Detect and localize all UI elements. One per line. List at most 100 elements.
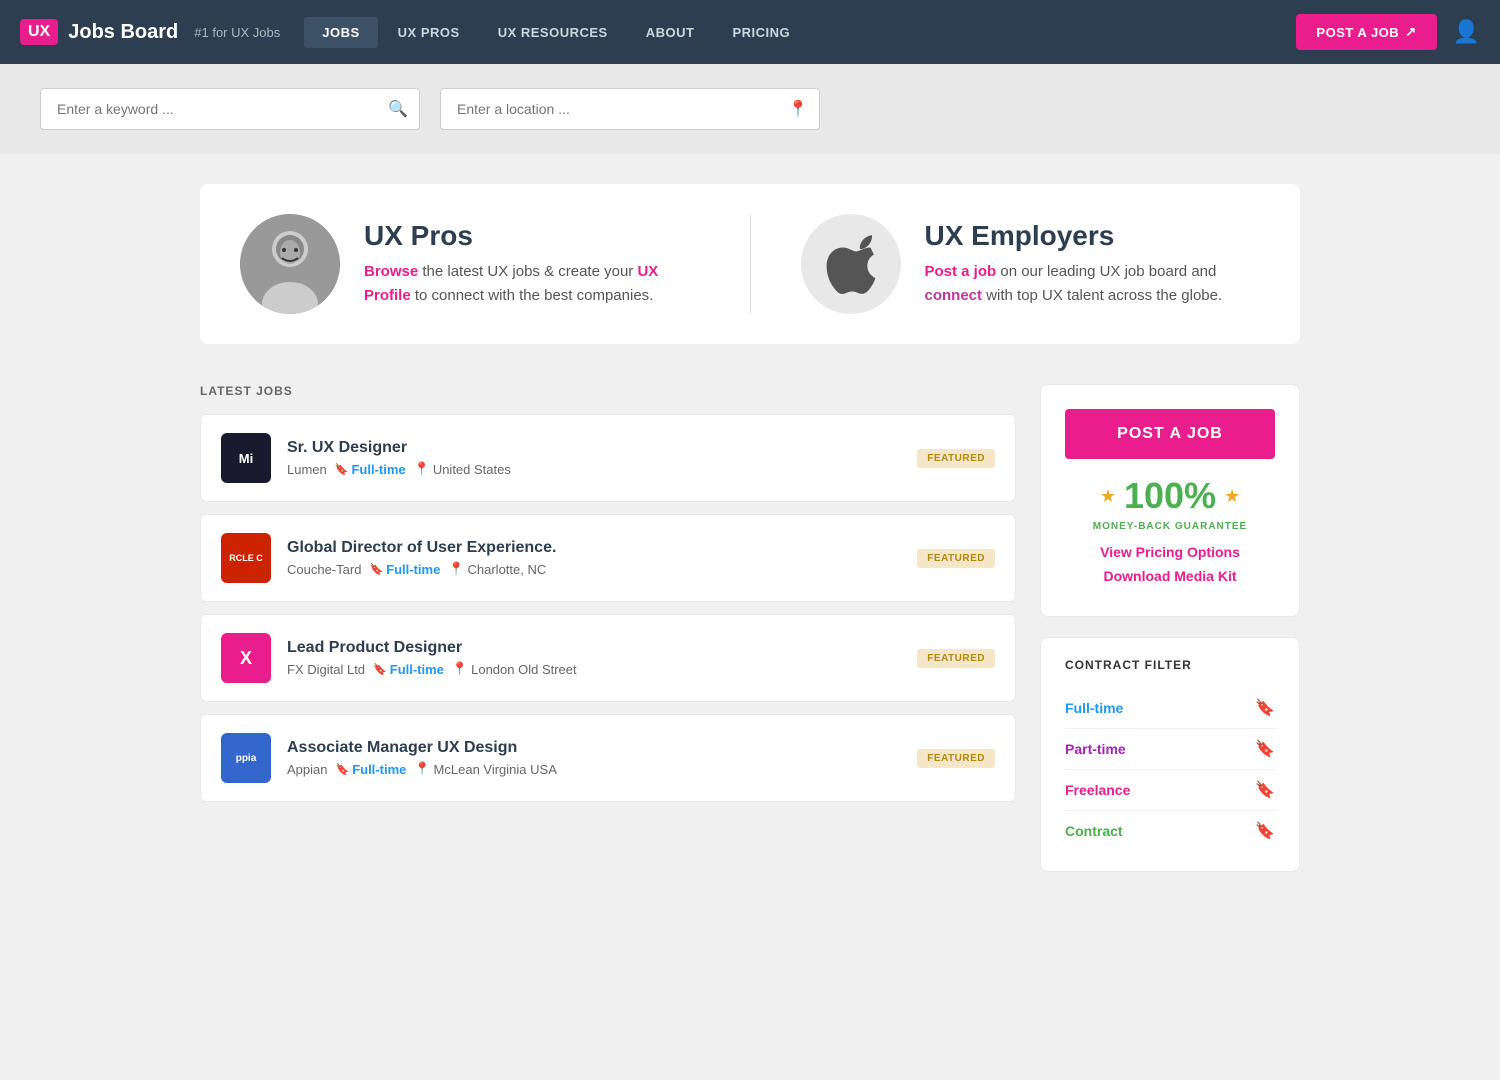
location-icon: 📍: [452, 661, 468, 677]
filter-label: Full-time: [1065, 700, 1123, 716]
job-meta: FX Digital Ltd 🔖 Full-time 📍 London Old …: [287, 661, 901, 677]
job-info: Associate Manager UX Design Appian 🔖 Ful…: [287, 739, 901, 777]
view-pricing-link[interactable]: View Pricing Options: [1065, 544, 1275, 560]
job-logo-appian: ppia: [221, 733, 271, 783]
bookmark-icon: 🔖: [1255, 821, 1275, 841]
job-title: Global Director of User Experience.: [287, 539, 901, 557]
job-meta: Appian 🔖 Full-time 📍 McLean Virginia USA: [287, 761, 901, 777]
job-type: 🔖 Full-time: [369, 562, 440, 577]
promo-ux-employers: UX Employers Post a job on our leading U…: [801, 214, 1261, 314]
location-icon: 📍: [448, 561, 464, 577]
job-logo-fx: X: [221, 633, 271, 683]
contract-filter-title: CONTRACT FILTER: [1065, 658, 1275, 672]
filter-fulltime[interactable]: Full-time 🔖: [1065, 688, 1275, 729]
post-job-button[interactable]: POST A JOB ↗: [1296, 14, 1436, 50]
guarantee-label: MONEY-BACK GUARANTEE: [1065, 521, 1275, 532]
guarantee-section: ★ 100% ★: [1065, 475, 1275, 517]
guarantee-percentage: 100%: [1124, 475, 1216, 517]
promo-section: UX Pros Browse the latest UX jobs & crea…: [200, 184, 1300, 344]
filter-label: Part-time: [1065, 741, 1126, 757]
job-info: Sr. UX Designer Lumen 🔖 Full-time 📍 Unit…: [287, 439, 901, 477]
brand-name: Jobs Board: [68, 21, 178, 44]
bookmark-icon: 🔖: [369, 563, 383, 576]
job-company: FX Digital Ltd: [287, 662, 365, 677]
post-a-job-link[interactable]: Post a job: [925, 263, 997, 280]
location-pin-icon: 📍: [788, 99, 808, 119]
nav-about[interactable]: ABOUT: [628, 17, 713, 48]
job-title: Associate Manager UX Design: [287, 739, 901, 757]
search-button[interactable]: 🔍: [388, 99, 408, 119]
filter-parttime[interactable]: Part-time 🔖: [1065, 729, 1275, 770]
filter-label: Freelance: [1065, 782, 1130, 798]
ux-employers-description: Post a job on our leading UX job board a…: [925, 260, 1261, 308]
bookmark-icon: 🔖: [1255, 698, 1275, 718]
job-title: Sr. UX Designer: [287, 439, 901, 457]
nav-pricing[interactable]: PRICING: [714, 17, 808, 48]
download-media-kit-link[interactable]: Download Media Kit: [1065, 568, 1275, 584]
nav-links: JOBS UX PROS UX RESOURCES ABOUT PRICING: [304, 17, 1296, 48]
job-type: 🔖 Full-time: [335, 462, 406, 477]
jobs-main: LATEST JOBS Mi Sr. UX Designer Lumen 🔖 F…: [200, 384, 1016, 872]
keyword-search-wrap: 🔍: [40, 88, 420, 130]
keyword-search-input[interactable]: [40, 88, 420, 130]
employer-logo: [801, 214, 901, 314]
promo-divider: [750, 214, 751, 314]
job-card[interactable]: X Lead Product Designer FX Digital Ltd 🔖…: [200, 614, 1016, 702]
external-link-icon: ↗: [1405, 24, 1416, 40]
navbar: UX Jobs Board #1 for UX Jobs JOBS UX PRO…: [0, 0, 1500, 64]
featured-badge: FEATURED: [917, 449, 995, 468]
job-info: Global Director of User Experience. Couc…: [287, 539, 901, 577]
filter-label: Contract: [1065, 823, 1123, 839]
nav-ux-pros[interactable]: UX PROS: [380, 17, 478, 48]
featured-badge: FEATURED: [917, 649, 995, 668]
location-icon: 📍: [414, 761, 430, 777]
ux-employers-text: UX Employers Post a job on our leading U…: [925, 220, 1261, 308]
ux-pros-heading: UX Pros: [364, 220, 700, 252]
promo-ux-pros: UX Pros Browse the latest UX jobs & crea…: [240, 214, 700, 314]
bookmark-icon: 🔖: [335, 763, 349, 776]
bookmark-icon: 🔖: [335, 463, 349, 476]
ux-pros-description: Browse the latest UX jobs & create your …: [364, 260, 700, 308]
job-card[interactable]: ppia Associate Manager UX Design Appian …: [200, 714, 1016, 802]
job-meta: Lumen 🔖 Full-time 📍 United States: [287, 461, 901, 477]
job-location: 📍 Charlotte, NC: [448, 561, 546, 577]
job-location: 📍 McLean Virginia USA: [414, 761, 557, 777]
location-search-input[interactable]: [440, 88, 820, 130]
ux-employers-heading: UX Employers: [925, 220, 1261, 252]
bookmark-icon: 🔖: [1255, 780, 1275, 800]
job-type: 🔖 Full-time: [335, 762, 406, 777]
logo[interactable]: UX Jobs Board: [20, 19, 178, 45]
job-logo-lumen: Mi: [221, 433, 271, 483]
job-location: 📍 United States: [414, 461, 511, 477]
star-icon-right: ★: [1224, 486, 1240, 507]
jobs-sidebar: POST A JOB ★ 100% ★ MONEY-BACK GUARANTEE…: [1040, 384, 1300, 872]
contract-filter: CONTRACT FILTER Full-time 🔖 Part-time 🔖 …: [1040, 637, 1300, 872]
connect-link[interactable]: connect: [925, 287, 983, 304]
search-icon: 🔍: [388, 101, 408, 118]
job-card[interactable]: RCLE C Global Director of User Experienc…: [200, 514, 1016, 602]
job-info: Lead Product Designer FX Digital Ltd 🔖 F…: [287, 639, 901, 677]
tagline: #1 for UX Jobs: [194, 25, 280, 40]
avatar-image: [240, 214, 340, 314]
job-card[interactable]: Mi Sr. UX Designer Lumen 🔖 Full-time 📍 U…: [200, 414, 1016, 502]
filter-contract[interactable]: Contract 🔖: [1065, 811, 1275, 851]
location-search-wrap: 📍: [440, 88, 820, 130]
bookmark-icon: 🔖: [1255, 739, 1275, 759]
sidebar-post-job-button[interactable]: POST A JOB: [1065, 409, 1275, 459]
post-job-sidebar: POST A JOB ★ 100% ★ MONEY-BACK GUARANTEE…: [1040, 384, 1300, 617]
navbar-right: POST A JOB ↗ 👤: [1296, 14, 1480, 50]
job-meta: Couche-Tard 🔖 Full-time 📍 Charlotte, NC: [287, 561, 901, 577]
job-company: Lumen: [287, 462, 327, 477]
ux-pros-avatar: [240, 214, 340, 314]
ux-pros-text: UX Pros Browse the latest UX jobs & crea…: [364, 220, 700, 308]
job-type: 🔖 Full-time: [373, 662, 444, 677]
featured-badge: FEATURED: [917, 749, 995, 768]
latest-jobs-title: LATEST JOBS: [200, 384, 1016, 398]
filter-freelance[interactable]: Freelance 🔖: [1065, 770, 1275, 811]
nav-ux-resources[interactable]: UX RESOURCES: [480, 17, 626, 48]
nav-jobs[interactable]: JOBS: [304, 17, 377, 48]
bookmark-icon: 🔖: [373, 663, 387, 676]
user-account-icon[interactable]: 👤: [1453, 19, 1480, 45]
browse-link[interactable]: Browse: [364, 263, 418, 280]
job-company: Couche-Tard: [287, 562, 361, 577]
